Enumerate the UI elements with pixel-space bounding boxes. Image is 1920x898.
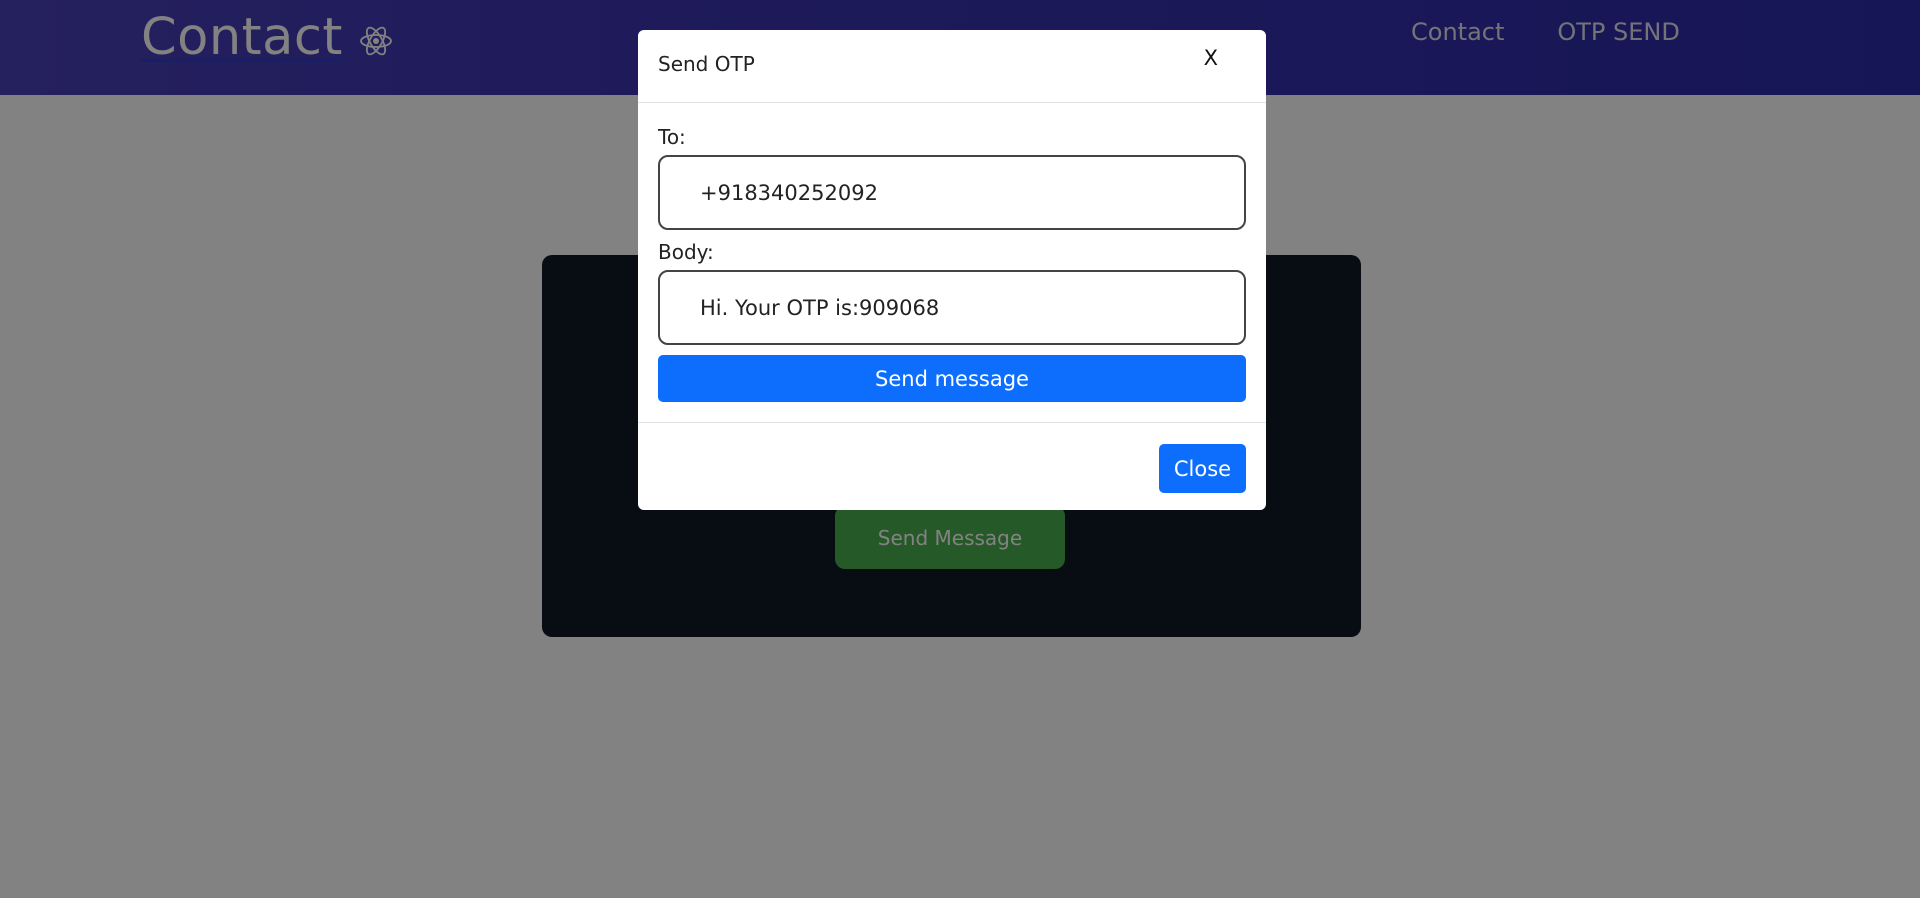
- modal-footer: Close: [638, 423, 1266, 510]
- send-otp-message-button[interactable]: Send message: [658, 355, 1246, 402]
- modal-title: Send OTP: [658, 52, 755, 76]
- send-otp-modal: Send OTP X To: Body: Send message Close: [638, 30, 1266, 510]
- modal-header: Send OTP X: [638, 30, 1266, 103]
- body-label: Body:: [658, 240, 714, 264]
- to-field[interactable]: [658, 155, 1246, 230]
- modal-body: To: Body: Send message: [638, 103, 1266, 423]
- to-label: To:: [658, 125, 686, 149]
- close-button[interactable]: Close: [1159, 444, 1246, 493]
- modal-close-x-button[interactable]: X: [1204, 46, 1218, 70]
- body-field[interactable]: [658, 270, 1246, 345]
